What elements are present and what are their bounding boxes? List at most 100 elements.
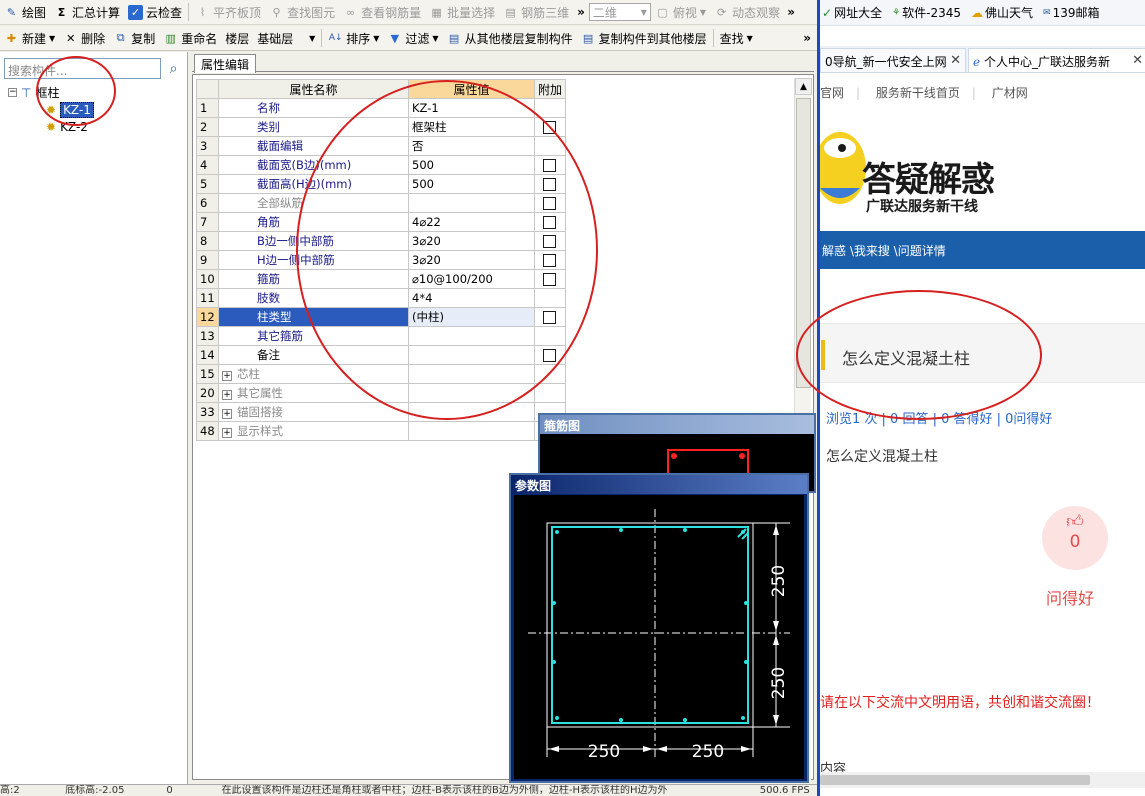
subnav-official[interactable]: 官网 [820, 86, 844, 100]
top-view-button[interactable]: ▢ 俯视 ▼ [651, 1, 710, 23]
subnav-material[interactable]: 广材网 [992, 86, 1028, 100]
prop-name-header[interactable]: 属性名称 [218, 79, 409, 99]
property-row[interactable]: 5 截面高(H边)(mm) 500 [196, 174, 566, 194]
property-name-cell[interactable]: + 显示样式 [218, 421, 409, 441]
stirrup-window-title[interactable]: 箍筋图 [540, 415, 814, 434]
property-row[interactable]: 2 类别 框架柱 [196, 117, 566, 137]
browser-tab-1[interactable]: 0导航_新一代安全上网 ✕ [820, 48, 966, 72]
scrollbar-thumb[interactable] [796, 98, 811, 388]
property-name-cell[interactable]: 截面宽(B边)(mm) [218, 155, 409, 175]
extra-checkbox[interactable] [543, 235, 556, 248]
scroll-up-icon[interactable]: ▲ [795, 78, 812, 95]
property-value-cell[interactable]: 500 [408, 174, 535, 194]
toolbar2-more-button[interactable]: » [803, 31, 811, 45]
property-value-cell[interactable] [408, 193, 535, 213]
property-value-cell[interactable]: 4*4 [408, 288, 535, 308]
toolbar-more-button[interactable]: » [787, 5, 795, 19]
property-value-cell[interactable] [408, 326, 535, 346]
expand-icon[interactable]: + [222, 390, 232, 400]
copy-to-other-floor-button[interactable]: ▤ 复制构件到其他楼层 [577, 27, 711, 49]
property-row[interactable]: 7 角筋 4⌀22 [196, 212, 566, 232]
property-row[interactable]: 13 其它箍筋 [196, 326, 566, 346]
property-value-cell[interactable] [408, 421, 535, 441]
align-slab-top-button[interactable]: ⌇ 平齐板顶 [191, 1, 265, 23]
expand-icon[interactable]: + [222, 371, 232, 381]
extra-checkbox[interactable] [543, 216, 556, 229]
property-name-cell[interactable]: H边一侧中部筋 [218, 250, 409, 270]
property-name-cell[interactable]: 全部纵筋 [218, 193, 409, 213]
cloud-check-button[interactable]: ✓ 云检查 [124, 1, 186, 23]
summary-calc-button[interactable]: Σ 汇总计算 [50, 1, 124, 23]
property-name-cell[interactable]: B边一侧中部筋 [218, 231, 409, 251]
property-row[interactable]: 4 截面宽(B边)(mm) 500 [196, 155, 566, 175]
property-row[interactable]: 6 全部纵筋 [196, 193, 566, 213]
dynamic-view-button[interactable]: ⟳ 动态观察 [710, 1, 784, 23]
property-name-cell[interactable]: 截面高(H边)(mm) [218, 174, 409, 194]
search-icon[interactable]: ⌕ [163, 58, 184, 79]
property-row[interactable]: 48 + 显示样式 [196, 421, 566, 441]
property-row[interactable]: 12 柱类型 (中柱) [196, 307, 566, 327]
extra-checkbox[interactable] [543, 311, 556, 324]
delete-button[interactable]: ✕ 删除 [59, 27, 109, 49]
property-name-cell[interactable]: 肢数 [218, 288, 409, 308]
floor-select[interactable]: 基础层 ▼ [253, 27, 319, 49]
bookmark-139[interactable]: ✉ 139邮箱 [1043, 4, 1099, 21]
property-row[interactable]: 14 备注 [196, 345, 566, 365]
find-element-button[interactable]: ⚲ 查找图元 [265, 1, 339, 23]
property-row[interactable]: 20 + 其它属性 [196, 383, 566, 403]
batch-select-button[interactable]: ▦ 批量选择 [425, 1, 499, 23]
property-row[interactable]: 8 B边一侧中部筋 3⌀20 [196, 231, 566, 251]
toolbar-overflow-button[interactable]: » [573, 1, 589, 23]
bookmark-2345[interactable]: ⚘ 软件-2345 [892, 4, 961, 21]
close-icon[interactable]: ✕ [1132, 53, 1143, 68]
property-name-cell[interactable]: + 芯柱 [218, 364, 409, 384]
property-name-cell[interactable]: 角筋 [218, 212, 409, 232]
property-value-cell[interactable]: 否 [408, 136, 535, 156]
collapse-icon[interactable]: − [8, 88, 17, 97]
sort-button[interactable]: A↓ 排序 ▼ [324, 27, 383, 49]
browser-tab-2[interactable]: ℯ 个人中心_广联达服务新 ✕ [968, 48, 1145, 72]
extra-checkbox[interactable] [543, 349, 556, 362]
tab-property-edit[interactable]: 属性编辑 [194, 54, 257, 73]
property-name-cell[interactable]: + 锚固搭接 [218, 402, 409, 422]
breadcrumb[interactable]: 解惑 \我来搜 \问题详情 [820, 231, 1145, 269]
property-value-cell[interactable] [408, 383, 535, 403]
property-value-cell[interactable]: 3⌀20 [408, 231, 535, 251]
property-value-cell[interactable]: 4⌀22 [408, 212, 535, 232]
extra-checkbox[interactable] [543, 178, 556, 191]
property-value-cell[interactable]: (中柱) [408, 307, 535, 327]
property-value-cell[interactable] [408, 345, 535, 365]
extra-checkbox[interactable] [543, 197, 556, 210]
extra-checkbox[interactable] [543, 273, 556, 286]
rebar-3d-button[interactable]: ▤ 钢筋三维 [499, 1, 573, 23]
browser-hscrollbar[interactable] [820, 772, 1145, 788]
extra-checkbox[interactable] [543, 159, 556, 172]
property-name-cell[interactable]: 类别 [218, 117, 409, 137]
draw-button[interactable]: ✎ 绘图 [0, 1, 50, 23]
bookmark-weather[interactable]: ☁ 佛山天气 [971, 4, 1033, 21]
property-name-cell[interactable]: 其它箍筋 [218, 326, 409, 346]
tree-item-kz1[interactable]: ✹ KZ-1 [8, 101, 94, 118]
property-row[interactable]: 3 截面编辑 否 [196, 136, 566, 156]
copy-button[interactable]: ⧉ 复制 [109, 27, 159, 49]
property-row[interactable]: 10 箍筋 ⌀10@100/200 [196, 269, 566, 289]
prop-value-header[interactable]: 属性值 [408, 79, 535, 99]
view-rebar-qty-button[interactable]: ∞ 查看钢筋量 [339, 1, 425, 23]
property-value-cell[interactable]: ⌀10@100/200 [408, 269, 535, 289]
scrollbar-thumb[interactable] [820, 775, 1090, 785]
expand-icon[interactable]: + [222, 409, 232, 419]
property-row[interactable]: 15 + 芯柱 [196, 364, 566, 384]
property-row[interactable]: 33 + 锚固搭接 [196, 402, 566, 422]
property-name-cell[interactable]: 箍筋 [218, 269, 409, 289]
view-2d-combo[interactable]: 二维 ▼ [588, 3, 651, 21]
property-value-cell[interactable]: 框架柱 [408, 117, 535, 137]
find-button[interactable]: 查找 ▼ [716, 27, 757, 49]
expand-icon[interactable]: + [222, 428, 232, 438]
property-value-cell[interactable]: 3⌀20 [408, 250, 535, 270]
extra-checkbox[interactable] [543, 121, 556, 134]
filter-button[interactable]: ▼ 过滤 ▼ [383, 27, 442, 49]
bookmark-nav[interactable]: ✓ 网址大全 [822, 4, 882, 21]
property-name-cell[interactable]: 截面编辑 [218, 136, 409, 156]
property-row[interactable]: 9 H边一侧中部筋 3⌀20 [196, 250, 566, 270]
property-value-cell[interactable] [408, 364, 535, 384]
